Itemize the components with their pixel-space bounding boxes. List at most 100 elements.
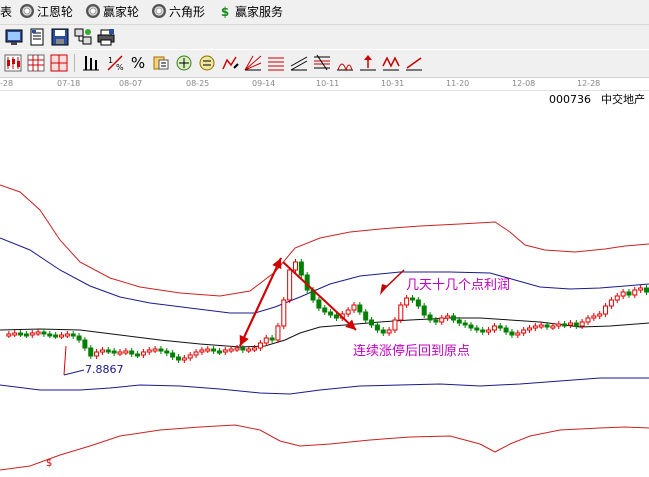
candle-body bbox=[41, 331, 47, 335]
date-label: 12-28 bbox=[577, 79, 601, 88]
kline-grid-icon[interactable] bbox=[27, 54, 45, 72]
candle-body bbox=[573, 322, 579, 327]
lower-band-line bbox=[0, 424, 649, 471]
candle-body bbox=[392, 319, 398, 331]
monitor-icon[interactable] bbox=[5, 28, 23, 46]
candle-body bbox=[585, 317, 591, 323]
candle-body bbox=[579, 321, 585, 327]
wave-icon[interactable] bbox=[382, 54, 400, 72]
menu-item-gann-wheel[interactable]: 江恩轮 bbox=[20, 3, 73, 21]
candle-body bbox=[105, 349, 111, 353]
cycle-icon[interactable] bbox=[336, 54, 354, 72]
svg-text:%: % bbox=[116, 63, 124, 72]
network-icon[interactable] bbox=[74, 28, 92, 46]
toolbar-row-1 bbox=[0, 25, 649, 49]
candle-body bbox=[638, 287, 644, 291]
target-icon bbox=[20, 4, 34, 18]
candle-body bbox=[64, 333, 70, 337]
candle-body bbox=[47, 333, 53, 337]
bars-icon[interactable] bbox=[82, 54, 100, 72]
date-label: 10-31 bbox=[381, 79, 405, 88]
candle-body bbox=[99, 349, 105, 353]
fan-icon[interactable] bbox=[267, 54, 285, 72]
percent-icon[interactable]: % bbox=[129, 54, 147, 72]
kline-chart[interactable] bbox=[0, 104, 649, 477]
candle-body bbox=[287, 269, 293, 301]
menu-item-winner-wheel[interactable]: 赢家轮 bbox=[86, 3, 139, 21]
menu-item-hexagon[interactable]: 六角形 bbox=[152, 3, 205, 21]
candle-body bbox=[608, 299, 614, 307]
candle-body bbox=[410, 297, 415, 301]
compare-icon[interactable] bbox=[152, 54, 170, 72]
menu-item-table[interactable]: 表 bbox=[0, 3, 12, 21]
candle-body bbox=[521, 329, 527, 334]
candle-body bbox=[480, 329, 486, 333]
candle-body bbox=[351, 304, 357, 311]
candle-body bbox=[29, 332, 35, 336]
candle-body bbox=[146, 349, 152, 353]
printer-icon[interactable] bbox=[97, 28, 115, 46]
candle-body bbox=[433, 319, 439, 323]
candle-body bbox=[246, 348, 252, 352]
candle-body bbox=[474, 327, 480, 331]
candle-body bbox=[193, 351, 199, 356]
candle-body bbox=[386, 329, 392, 334]
candle-body bbox=[345, 309, 351, 315]
low-price-label: 7.8867 bbox=[85, 363, 124, 376]
candle-body bbox=[211, 348, 217, 352]
ratio-icon[interactable]: 1% bbox=[106, 54, 124, 72]
menu-item-winner-service[interactable]: $ 赢家服务 bbox=[218, 3, 283, 21]
fall-arrow bbox=[282, 261, 357, 331]
candle-body bbox=[76, 335, 82, 341]
fib-icon[interactable] bbox=[313, 54, 331, 72]
candle-body bbox=[234, 347, 240, 351]
candle-body bbox=[398, 304, 404, 321]
candle-body bbox=[298, 261, 304, 276]
candle-body bbox=[152, 348, 158, 352]
candle-body bbox=[538, 324, 544, 328]
upper-band-line bbox=[0, 184, 649, 297]
candle-body bbox=[567, 322, 573, 326]
candle-body bbox=[357, 304, 363, 313]
candle-body bbox=[6, 333, 12, 337]
candle-body bbox=[527, 327, 532, 331]
candle-body bbox=[328, 311, 334, 316]
candle-body bbox=[597, 313, 603, 317]
candle-body bbox=[140, 351, 146, 356]
gann-icon[interactable] bbox=[244, 54, 262, 72]
candle-body bbox=[117, 351, 123, 355]
menu-bar: 表 江恩轮 赢家轮 六角形 $ 赢家服务 bbox=[0, 0, 649, 25]
candle-body bbox=[257, 342, 263, 349]
drawing-icon[interactable] bbox=[221, 54, 239, 72]
low-price-pointer bbox=[63, 369, 85, 376]
candle-body bbox=[281, 299, 287, 327]
candle-body bbox=[556, 323, 562, 327]
candle-body bbox=[316, 299, 322, 309]
save-icon[interactable] bbox=[51, 28, 69, 46]
kline-icon[interactable] bbox=[4, 54, 22, 72]
candle-body bbox=[456, 319, 462, 324]
candle-body bbox=[228, 348, 234, 352]
overlay-icon[interactable] bbox=[175, 54, 193, 72]
equal-icon[interactable] bbox=[198, 54, 216, 72]
candle-body bbox=[462, 322, 468, 326]
blue-lower-line bbox=[0, 377, 649, 395]
candle-body bbox=[603, 305, 609, 315]
red-grid-icon[interactable] bbox=[50, 54, 68, 72]
candle-body bbox=[532, 325, 538, 329]
date-label: 11-20 bbox=[446, 79, 470, 88]
toolbar-row-2: 1% % bbox=[0, 50, 649, 78]
date-label: 08-25 bbox=[186, 79, 210, 88]
candle-body bbox=[421, 305, 427, 316]
candle-body bbox=[491, 325, 497, 331]
candle-body bbox=[363, 311, 369, 321]
line-tool-icon[interactable] bbox=[405, 54, 423, 72]
candle-body bbox=[240, 347, 246, 351]
arrow-icon[interactable] bbox=[359, 54, 377, 72]
candle-body bbox=[293, 261, 298, 271]
dollar-icon: $ bbox=[220, 5, 230, 19]
candle-body bbox=[550, 325, 556, 329]
document-icon[interactable] bbox=[28, 28, 46, 46]
channel-icon[interactable] bbox=[290, 54, 308, 72]
candle-body bbox=[369, 319, 375, 326]
